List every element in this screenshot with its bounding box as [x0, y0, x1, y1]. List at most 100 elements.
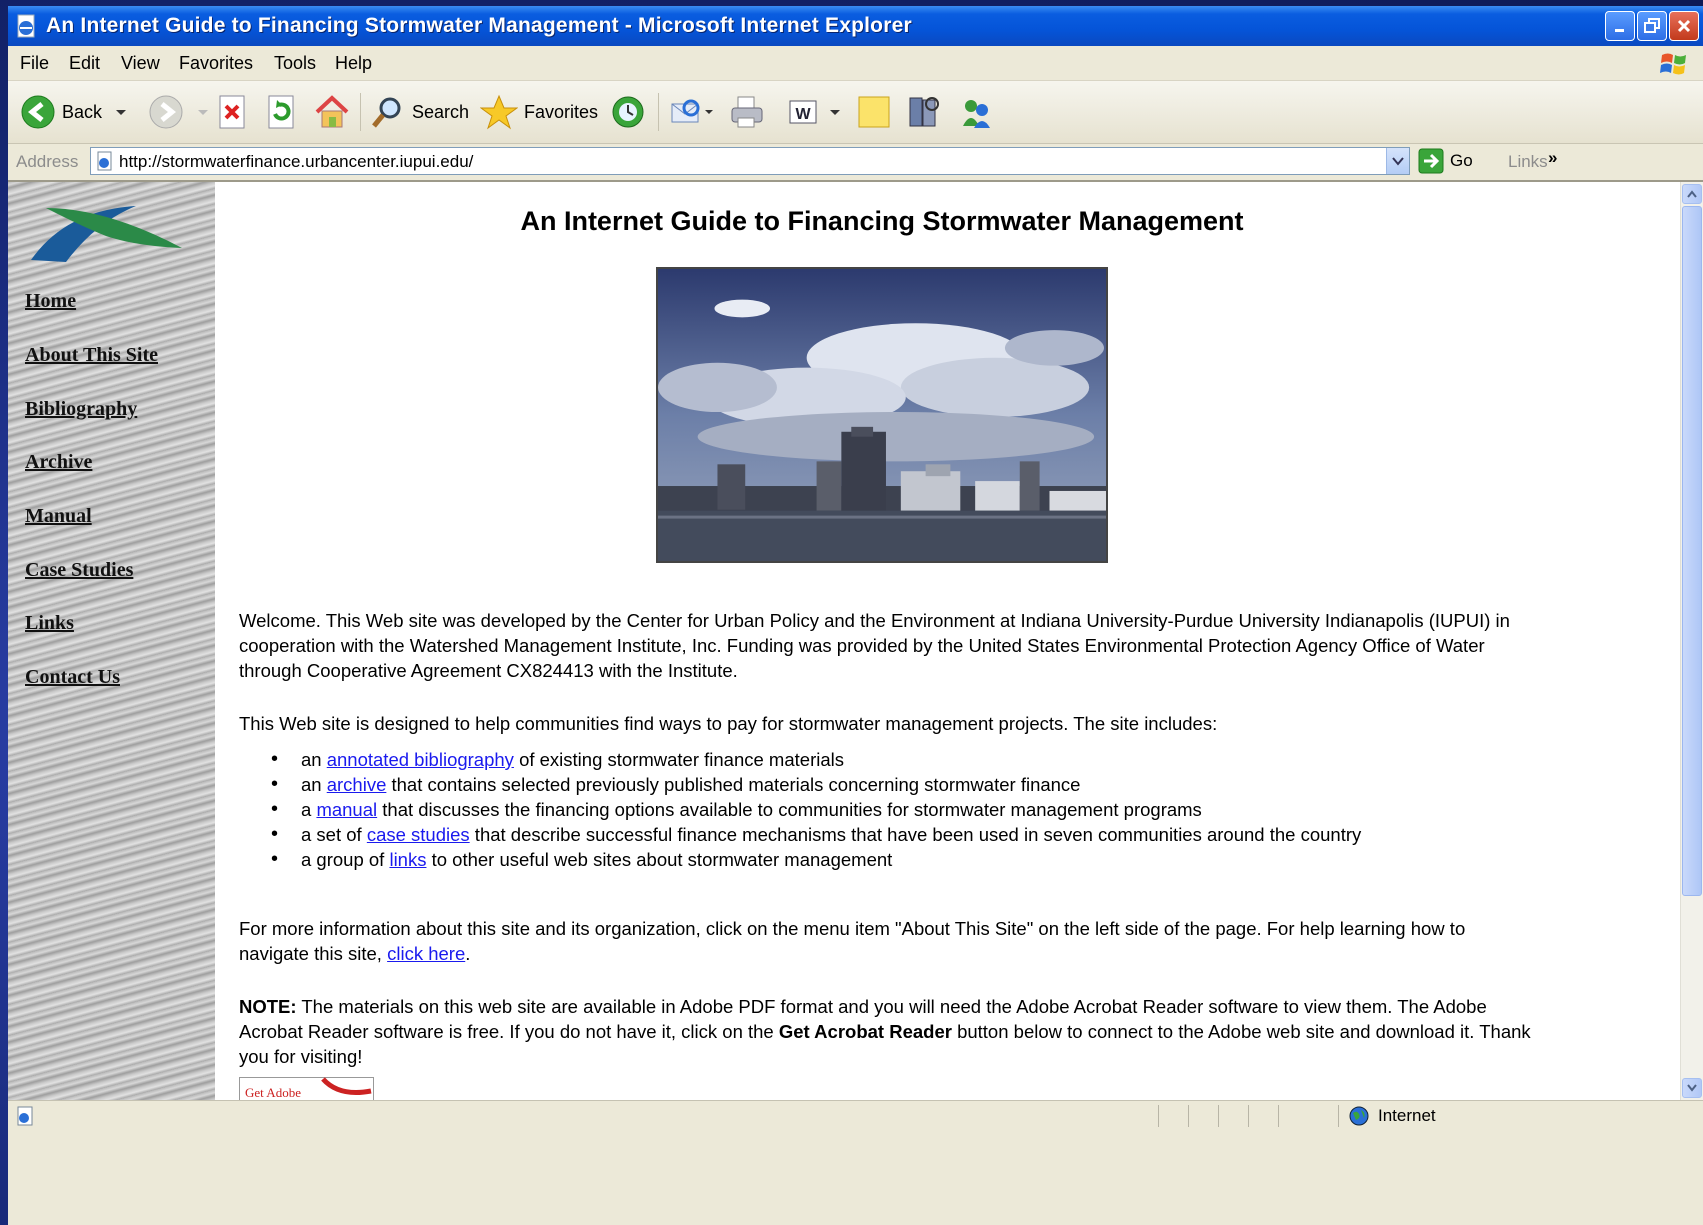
search-icon: [372, 97, 401, 128]
list-item: a group of links to other useful web sit…: [271, 847, 1361, 872]
browser-window: An Internet Guide to Financing Stormwate…: [8, 6, 1703, 1225]
status-bar: Internet: [8, 1100, 1703, 1131]
stop-button[interactable]: [216, 93, 248, 131]
sidebar-item-case-studies[interactable]: Case Studies: [25, 559, 133, 582]
home-icon: [315, 95, 349, 128]
back-button[interactable]: Back: [20, 93, 128, 131]
go-label: Go: [1450, 151, 1473, 170]
links-toolbar-label[interactable]: Links: [1508, 152, 1548, 172]
sidebar-item-manual[interactable]: Manual: [25, 505, 92, 528]
sidebar-item-home[interactable]: Home: [25, 290, 76, 313]
minimize-button[interactable]: [1605, 11, 1635, 41]
research-button[interactable]: [906, 93, 942, 131]
minimize-icon: [1615, 29, 1624, 32]
favorites-label: Favorites: [524, 101, 599, 122]
chevron-up-icon: [1687, 190, 1697, 198]
chevron-down-icon: [705, 110, 713, 114]
search-button[interactable]: Search: [370, 93, 469, 131]
history-icon: [612, 96, 644, 128]
toolbar-separator: [658, 93, 659, 131]
window-title: An Internet Guide to Financing Stormwate…: [46, 14, 912, 37]
refresh-button[interactable]: [265, 93, 297, 131]
click-here-link[interactable]: click here: [387, 943, 465, 964]
menu-favorites[interactable]: Favorites: [179, 53, 253, 74]
sidebar-item-contact-us[interactable]: Contact Us: [25, 666, 120, 689]
site-sidebar: Home About This Site Bibliography Archiv…: [8, 182, 215, 1100]
get-acrobat-reader-button[interactable]: Get Adobe: [239, 1077, 374, 1100]
list-item: a set of case studies that describe succ…: [271, 822, 1361, 847]
list-item: a manual that discusses the financing op…: [271, 797, 1361, 822]
note-label: NOTE:: [239, 995, 297, 1017]
globe-icon: [1349, 1106, 1369, 1126]
menu-edit[interactable]: Edit: [69, 53, 100, 74]
menu-file[interactable]: File: [20, 53, 49, 74]
scrollbar-thumb[interactable]: [1682, 206, 1702, 896]
restore-icon: [1644, 18, 1660, 33]
links-link[interactable]: links: [389, 849, 426, 870]
address-label: Address: [16, 152, 79, 171]
archive-link[interactable]: archive: [327, 774, 387, 795]
status-separator: [1158, 1105, 1159, 1127]
chevron-down-icon: [1392, 157, 1404, 166]
ie-page-icon: [97, 151, 112, 171]
research-icon: [909, 97, 939, 127]
status-separator: [1188, 1105, 1189, 1127]
menu-view[interactable]: View: [121, 53, 160, 74]
menu-tools[interactable]: Tools: [274, 53, 316, 74]
annotated-bibliography-link[interactable]: annotated bibliography: [327, 749, 514, 770]
sidebar-item-bibliography[interactable]: Bibliography: [25, 398, 137, 421]
edit-word-button[interactable]: W: [788, 93, 842, 131]
close-icon: [1677, 19, 1691, 33]
status-separator: [1338, 1105, 1339, 1127]
security-zone[interactable]: Internet: [1348, 1105, 1436, 1127]
vertical-scrollbar[interactable]: [1680, 182, 1703, 1100]
title-bar[interactable]: An Internet Guide to Financing Stormwate…: [8, 6, 1703, 46]
chevron-down-icon: [198, 110, 208, 115]
restore-button[interactable]: [1637, 11, 1667, 41]
page-title: An Internet Guide to Financing Stormwate…: [520, 206, 1244, 236]
list-item: an annotated bibliography of existing st…: [271, 747, 1361, 772]
go-button[interactable]: Go: [1418, 148, 1473, 174]
print-button[interactable]: [728, 93, 766, 131]
forward-button[interactable]: [148, 93, 210, 131]
scroll-up-button[interactable]: [1682, 184, 1702, 204]
intro-paragraph: This Web site is designed to help commun…: [239, 712, 1218, 734]
refresh-icon: [268, 95, 294, 129]
address-url: http://stormwaterfinance.urbancenter.iup…: [119, 152, 474, 171]
address-field[interactable]: http://stormwaterfinance.urbancenter.iup…: [90, 147, 1410, 175]
go-arrow-icon: [1418, 148, 1444, 174]
history-button[interactable]: [610, 93, 646, 131]
get-acrobat-reader-text: Get Acrobat Reader: [778, 1020, 952, 1042]
stop-icon: [219, 95, 245, 129]
address-bar: Address http://stormwaterfinance.urbance…: [8, 144, 1703, 182]
windows-logo-icon: [1660, 53, 1686, 75]
sidebar-item-links[interactable]: Links: [25, 612, 74, 635]
acrobat-button-text: Get Adobe: [245, 1085, 301, 1100]
manual-link[interactable]: manual: [316, 799, 377, 820]
chevron-down-icon: [116, 110, 127, 115]
address-dropdown-button[interactable]: [1386, 148, 1409, 174]
word-icon: W: [789, 100, 817, 124]
site-logo: [31, 206, 182, 262]
menu-help[interactable]: Help: [335, 53, 372, 74]
desktop-background: An Internet Guide to Financing Stormwate…: [0, 0, 1703, 1225]
forward-arrow-icon: [149, 95, 183, 129]
toolbar-separator: [360, 93, 361, 131]
back-label: Back: [62, 101, 103, 122]
star-icon: [480, 94, 518, 130]
discuss-button[interactable]: [856, 93, 892, 131]
main-content: An Internet Guide to Financing Stormwate…: [231, 182, 1541, 1100]
mail-button[interactable]: [668, 93, 714, 131]
close-button[interactable]: [1669, 11, 1699, 41]
sidebar-item-about-this-site[interactable]: About This Site: [25, 344, 158, 367]
mail-icon: [671, 99, 700, 123]
chevron-right-icon[interactable]: »: [1548, 148, 1557, 168]
home-button[interactable]: [313, 93, 351, 131]
scroll-down-button[interactable]: [1682, 1078, 1702, 1098]
messenger-button[interactable]: [958, 93, 994, 131]
sidebar-item-archive[interactable]: Archive: [25, 451, 92, 474]
favorites-button[interactable]: Favorites: [480, 93, 598, 131]
ie-page-icon: [17, 14, 35, 38]
case-studies-link[interactable]: case studies: [367, 824, 470, 845]
welcome-paragraph: Welcome. This Web site was developed by …: [239, 609, 1510, 681]
